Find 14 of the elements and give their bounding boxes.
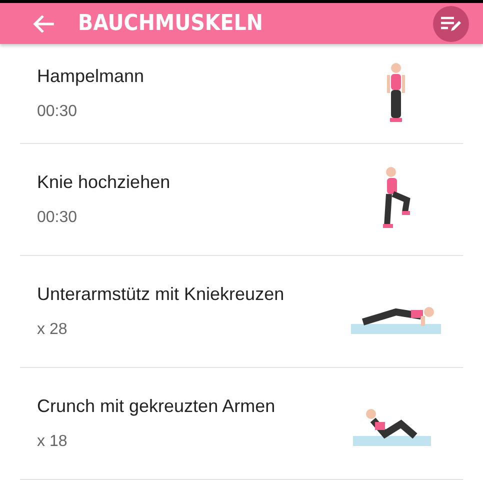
exercise-name: Unterarmstütz mit Kniekreuzen: [37, 284, 286, 305]
exercise-amount: 00:30: [37, 209, 78, 227]
knee-raise-person-drawing: [383, 166, 410, 228]
exercise-name: Hampelmann: [37, 66, 146, 87]
exercise-amount: x 18: [37, 433, 68, 451]
exercise-name: Crunch mit gekreuzten Armen: [37, 396, 276, 417]
back-arrow-icon: [33, 14, 55, 34]
exercise-name: Knie hochziehen: [37, 172, 172, 193]
screen-title: BAUCHMUSKELN: [78, 11, 264, 36]
exercise-amount: 00:30: [37, 103, 78, 121]
edit-list-icon: [440, 14, 462, 33]
edit-list-button[interactable]: [433, 6, 469, 42]
exercise-amount: x 28: [37, 321, 68, 339]
standing-person-drawing: [387, 62, 405, 122]
